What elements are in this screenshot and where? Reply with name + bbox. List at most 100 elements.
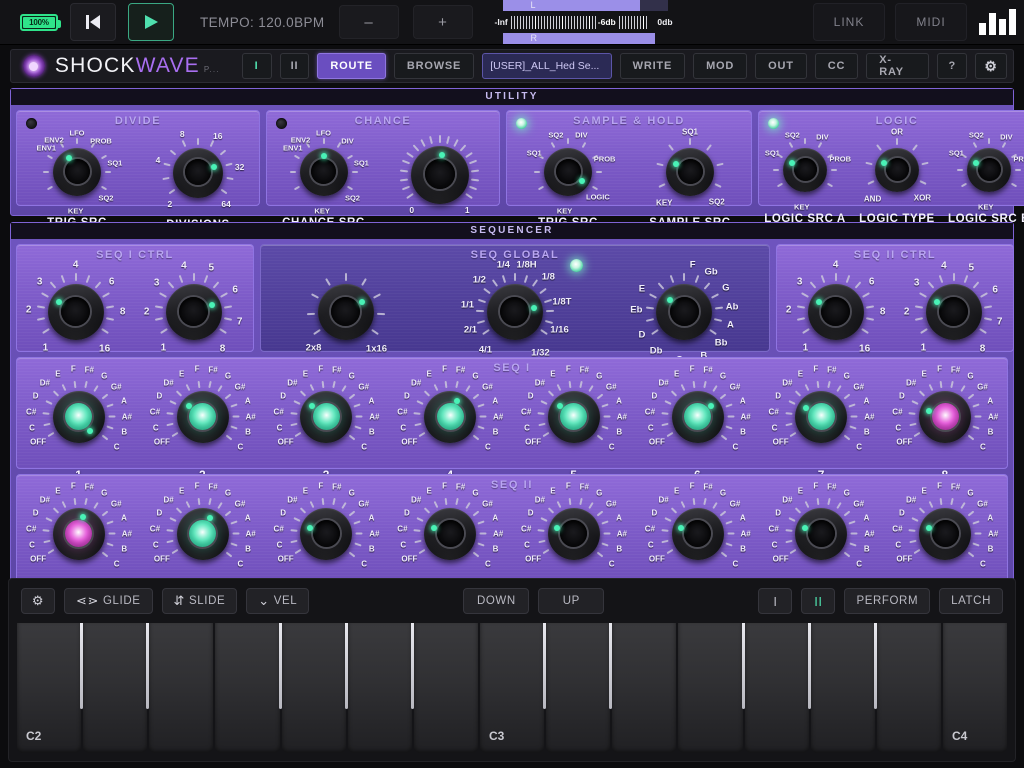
knob-body[interactable] <box>177 391 229 443</box>
link-button[interactable]: LINK <box>813 3 885 41</box>
knob-body[interactable] <box>544 148 592 196</box>
knob-dial[interactable]: 46816123 <box>782 261 890 363</box>
glide-button[interactable]: ⋖⋗ GLIDE <box>64 588 153 614</box>
knob-dial[interactable]: SQ2DIVPROBKEYSQ1 <box>759 127 851 213</box>
knob-dial[interactable]: 45678123 <box>140 261 248 363</box>
piano-key[interactable] <box>877 623 941 753</box>
knob-body[interactable] <box>548 391 600 443</box>
keyboard-settings-button[interactable]: ⚙ <box>21 588 55 614</box>
piano-key[interactable]: C4 <box>943 623 1007 753</box>
knob-dial[interactable]: 46816123 <box>22 261 130 363</box>
midi-button[interactable]: MIDI <box>895 3 967 41</box>
piano-key[interactable] <box>282 623 346 753</box>
piano-key[interactable] <box>149 623 213 753</box>
tempo-decrease-button[interactable]: – <box>339 5 399 39</box>
knob-body[interactable] <box>53 391 105 443</box>
piano-key[interactable] <box>546 623 610 753</box>
seq1-select-button[interactable]: I <box>242 53 272 79</box>
knob-dial[interactable]: OFFCC#DD#EFF#GG#AA#BC <box>272 366 380 468</box>
settings-button[interactable]: ⚙ <box>975 53 1007 79</box>
knob-dial[interactable]: SQ1SQ2KEY <box>642 127 738 217</box>
knob-dial[interactable]: OFFCC#DD#EFF#GG#AA#BC <box>149 483 257 585</box>
knob-body[interactable] <box>967 148 1011 192</box>
out-button[interactable]: OUT <box>755 53 807 79</box>
knob-dial[interactable]: 2x81x16 <box>292 261 400 363</box>
cc-button[interactable]: CC <box>815 53 859 79</box>
knob-dial[interactable]: OFFCC#DD#EFF#GG#AA#BC <box>396 366 504 468</box>
octave-down-button[interactable]: DOWN <box>463 588 529 614</box>
knob-dial[interactable]: SQ2DIVPROBLOGICKEYSQ1 <box>520 127 616 217</box>
perform-button[interactable]: PERFORM <box>844 588 930 614</box>
knob-body[interactable] <box>919 391 971 443</box>
knob-body[interactable] <box>300 391 352 443</box>
latch-button[interactable]: LATCH <box>939 588 1003 614</box>
knob-body[interactable] <box>548 508 600 560</box>
knob-dial[interactable]: OFFCC#DD#EFF#GG#AA#BC <box>767 366 875 468</box>
knob-body[interactable] <box>672 391 724 443</box>
piano-keyboard[interactable]: C2 C3 C4 <box>17 623 1007 753</box>
knob-dial[interactable]: 01 <box>389 127 491 223</box>
knob-body[interactable] <box>783 148 827 192</box>
knob-body[interactable] <box>795 508 847 560</box>
knob-body[interactable] <box>173 148 223 198</box>
knob-body[interactable] <box>808 284 864 340</box>
write-button[interactable]: WRITE <box>620 53 685 79</box>
knob-dial[interactable]: 1/41/8H1/81/8T1/161/324/12/11/11/2 <box>461 261 569 363</box>
knob-dial[interactable]: SQ2DIVPROBKEYSQ1 <box>943 127 1024 213</box>
mod-button[interactable]: MOD <box>693 53 747 79</box>
piano-key[interactable] <box>811 623 875 753</box>
piano-key[interactable] <box>215 623 279 753</box>
vel-button[interactable]: ⌄ VEL <box>246 588 309 614</box>
knob-dial[interactable]: ORXORAND <box>851 127 943 213</box>
piano-key[interactable] <box>612 623 676 753</box>
piano-key[interactable] <box>745 623 809 753</box>
keyboard-seq1-button[interactable]: I <box>758 588 792 614</box>
knob-dial[interactable]: OFFCC#DD#EFF#GG#AA#BC <box>891 483 999 585</box>
knob-dial[interactable]: OFFCC#DD#EFF#GG#AA#BC <box>644 366 752 468</box>
preset-name-field[interactable]: [USER]_ALL_Hed Se... <box>482 53 611 79</box>
knob-body[interactable] <box>53 148 101 196</box>
seq2-select-button[interactable]: II <box>280 53 310 79</box>
octave-up-button[interactable]: UP <box>538 588 604 614</box>
knob-body[interactable] <box>424 508 476 560</box>
piano-key[interactable]: C2 <box>17 623 81 753</box>
knob-body[interactable] <box>300 508 352 560</box>
knob-dial[interactable]: 816326424 <box>149 127 247 219</box>
seq-global-led[interactable] <box>570 259 583 272</box>
knob-dial[interactable]: OFFCC#DD#EFF#GG#AA#BC <box>767 483 875 585</box>
slide-button[interactable]: ⇵ SLIDE <box>162 588 238 614</box>
rewind-button[interactable] <box>70 3 116 41</box>
route-button[interactable]: ROUTE <box>317 53 386 79</box>
knob-body[interactable] <box>48 284 104 340</box>
knob-body[interactable] <box>424 391 476 443</box>
piano-key[interactable] <box>678 623 742 753</box>
knob-dial[interactable]: OFFCC#DD#EFF#GG#AA#BC <box>644 483 752 585</box>
knob-body[interactable] <box>666 148 714 196</box>
knob-body[interactable] <box>926 284 982 340</box>
knob-body[interactable] <box>487 284 543 340</box>
knob-body[interactable] <box>672 508 724 560</box>
knob-body[interactable] <box>166 284 222 340</box>
knob-dial[interactable]: OFFCC#DD#EFF#GG#AA#BC <box>520 483 628 585</box>
levels-icon[interactable] <box>979 9 1016 35</box>
help-button[interactable]: ? <box>937 53 967 79</box>
play-button[interactable] <box>128 3 174 41</box>
knob-body[interactable] <box>795 391 847 443</box>
keyboard-seq2-button[interactable]: II <box>801 588 835 614</box>
knob-body[interactable] <box>318 284 374 340</box>
knob-dial[interactable]: OFFCC#DD#EFF#GG#AA#BC <box>891 366 999 468</box>
knob-body[interactable] <box>177 508 229 560</box>
knob-dial[interactable]: OFFCC#DD#EFF#GG#AA#BC <box>272 483 380 585</box>
knob-dial[interactable]: LFODIVSQ1SQ2KEYENV1ENV2 <box>276 127 372 217</box>
knob-dial[interactable]: OFFCC#DD#EFF#GG#AA#BC <box>25 366 133 468</box>
piano-key[interactable] <box>414 623 478 753</box>
knob-dial[interactable]: OFFCC#DD#EFF#GG#AA#BC <box>25 483 133 585</box>
piano-key[interactable]: C3 <box>480 623 544 753</box>
knob-body[interactable] <box>656 284 712 340</box>
knob-dial[interactable]: OFFCC#DD#EFF#GG#AA#BC <box>149 366 257 468</box>
knob-dial[interactable]: LFOPROBSQ1SQ2KEYENV1ENV2 <box>29 127 125 217</box>
knob-dial[interactable]: OFFCC#DD#EFF#GG#AA#BC <box>520 366 628 468</box>
knob-dial[interactable]: OFFCC#DD#EFF#GG#AA#BC <box>396 483 504 585</box>
knob-body[interactable] <box>875 148 919 192</box>
tempo-increase-button[interactable]: + <box>413 5 473 39</box>
